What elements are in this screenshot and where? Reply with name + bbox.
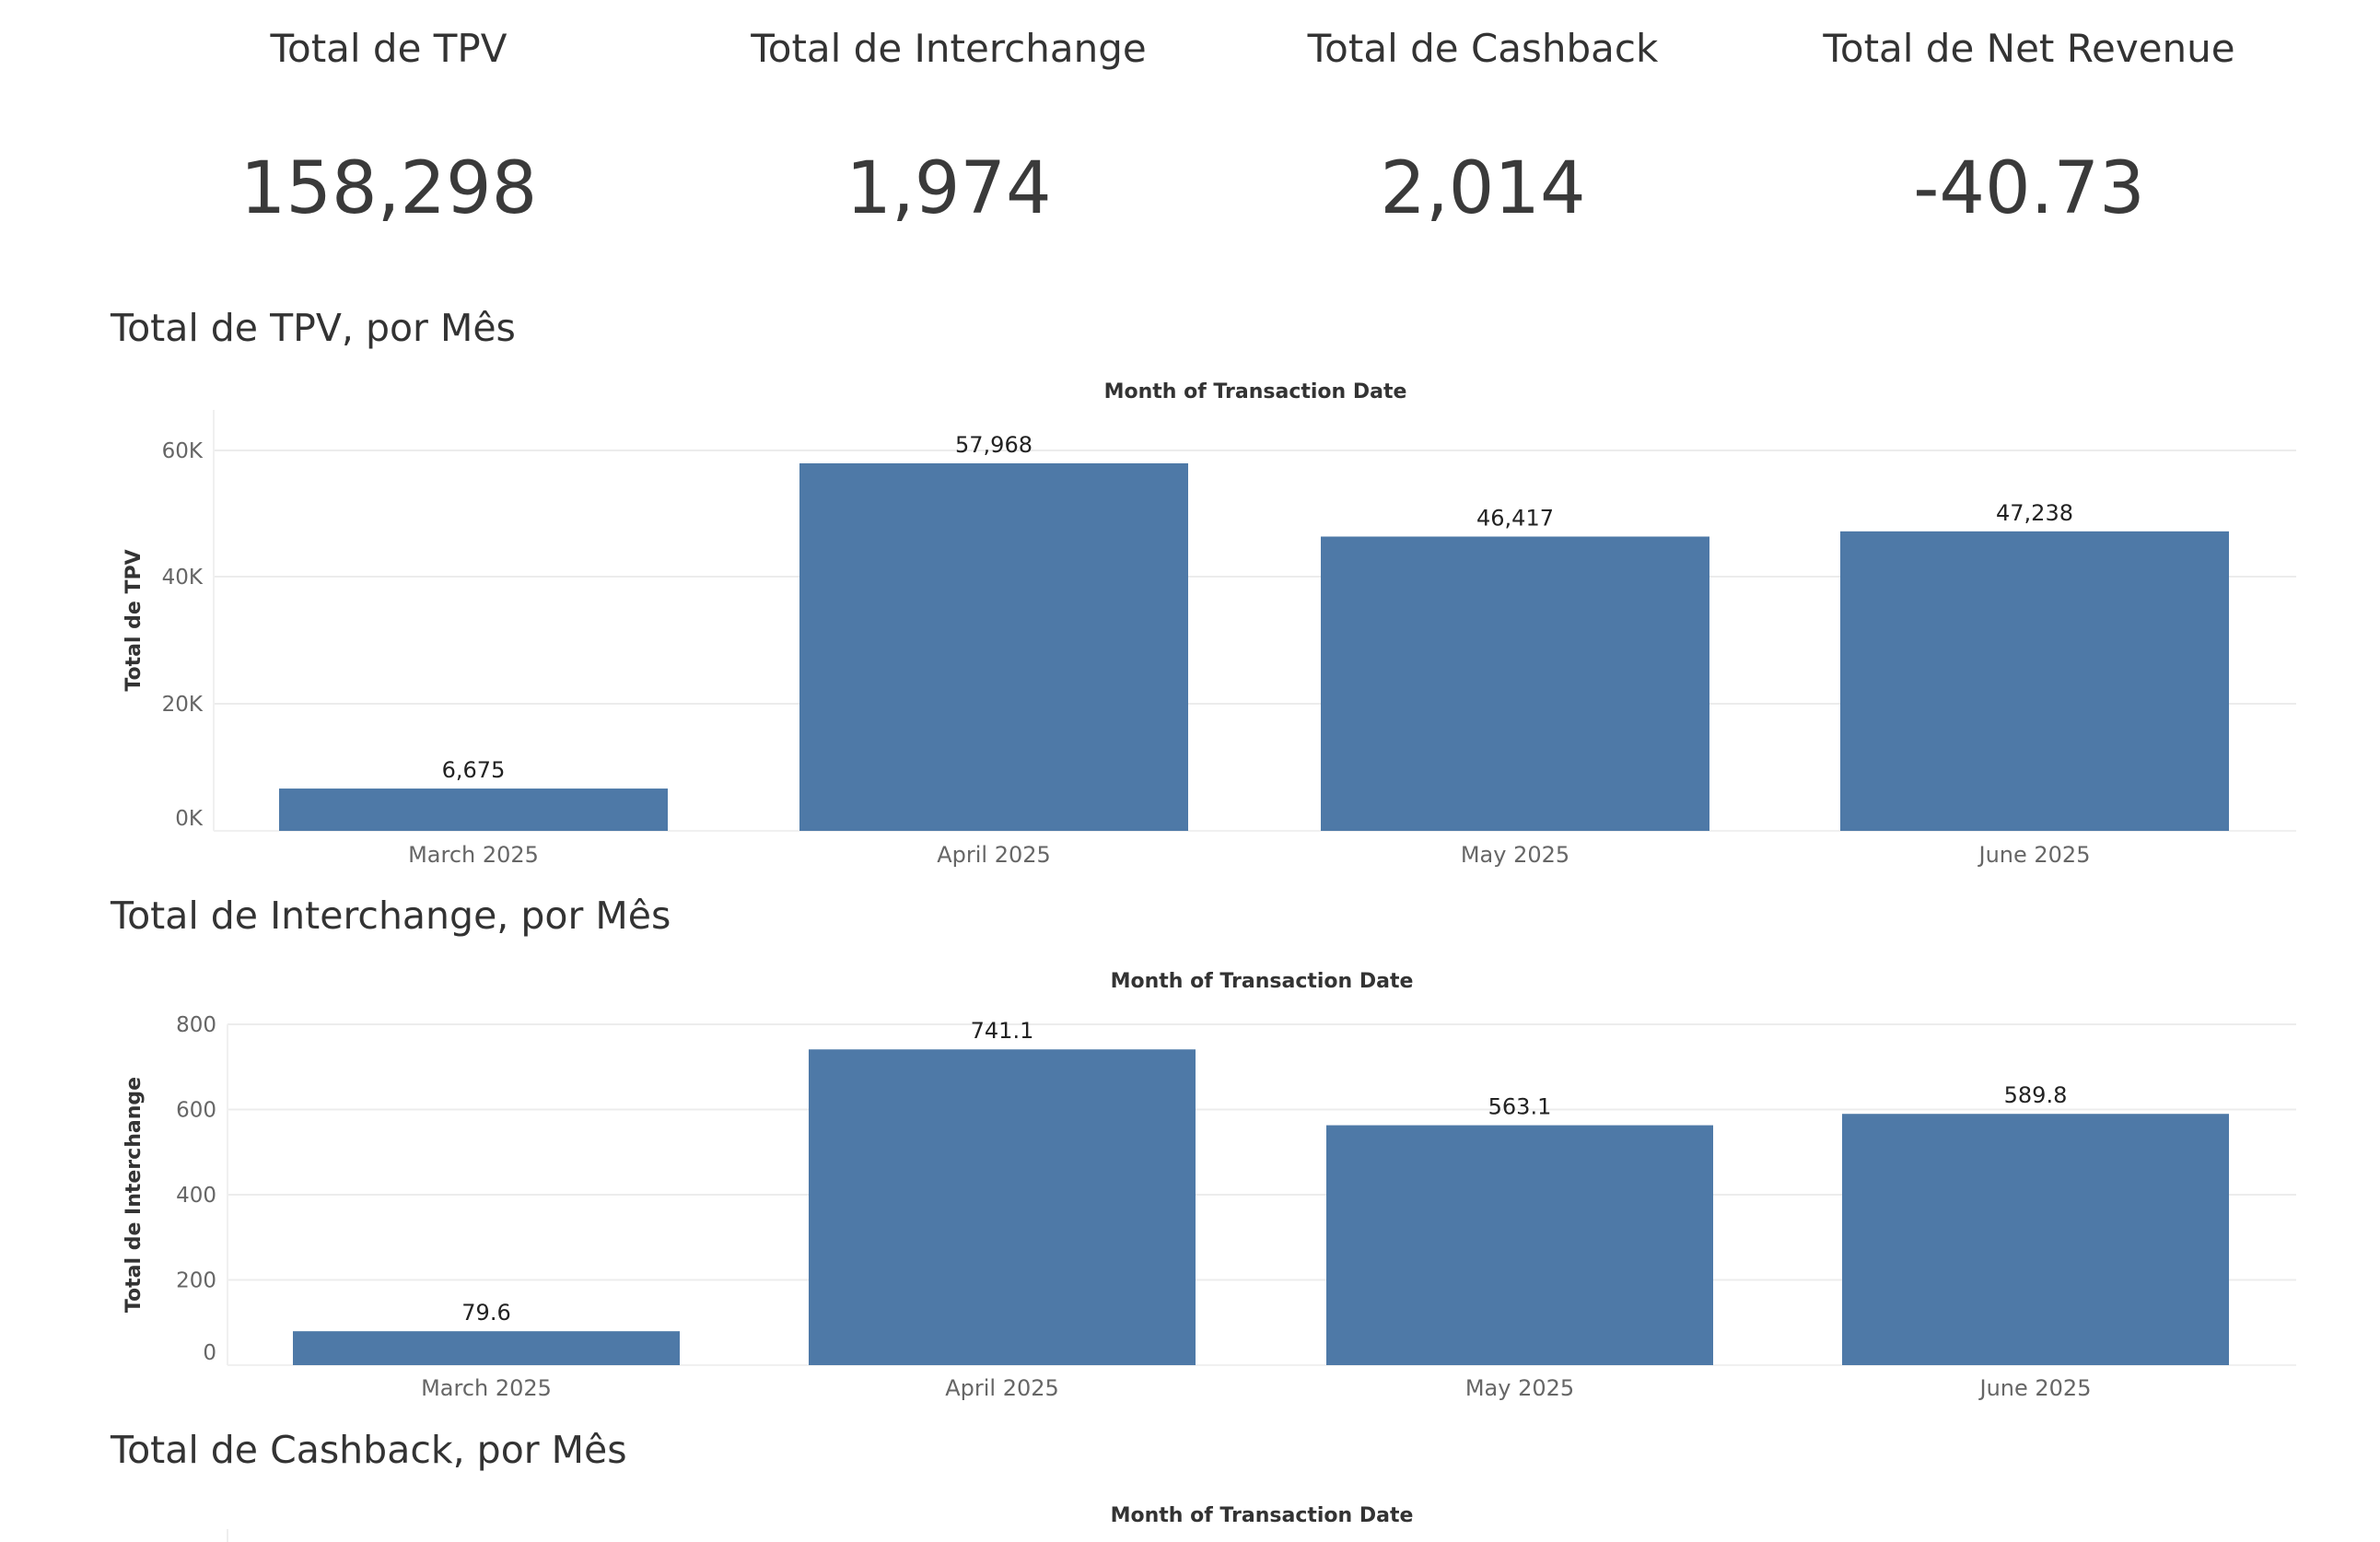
cashback-bar-chart: Month of Transaction Date — [227, 1504, 1414, 1542]
x-axis-title: Month of Transaction Date — [1111, 1504, 1414, 1527]
